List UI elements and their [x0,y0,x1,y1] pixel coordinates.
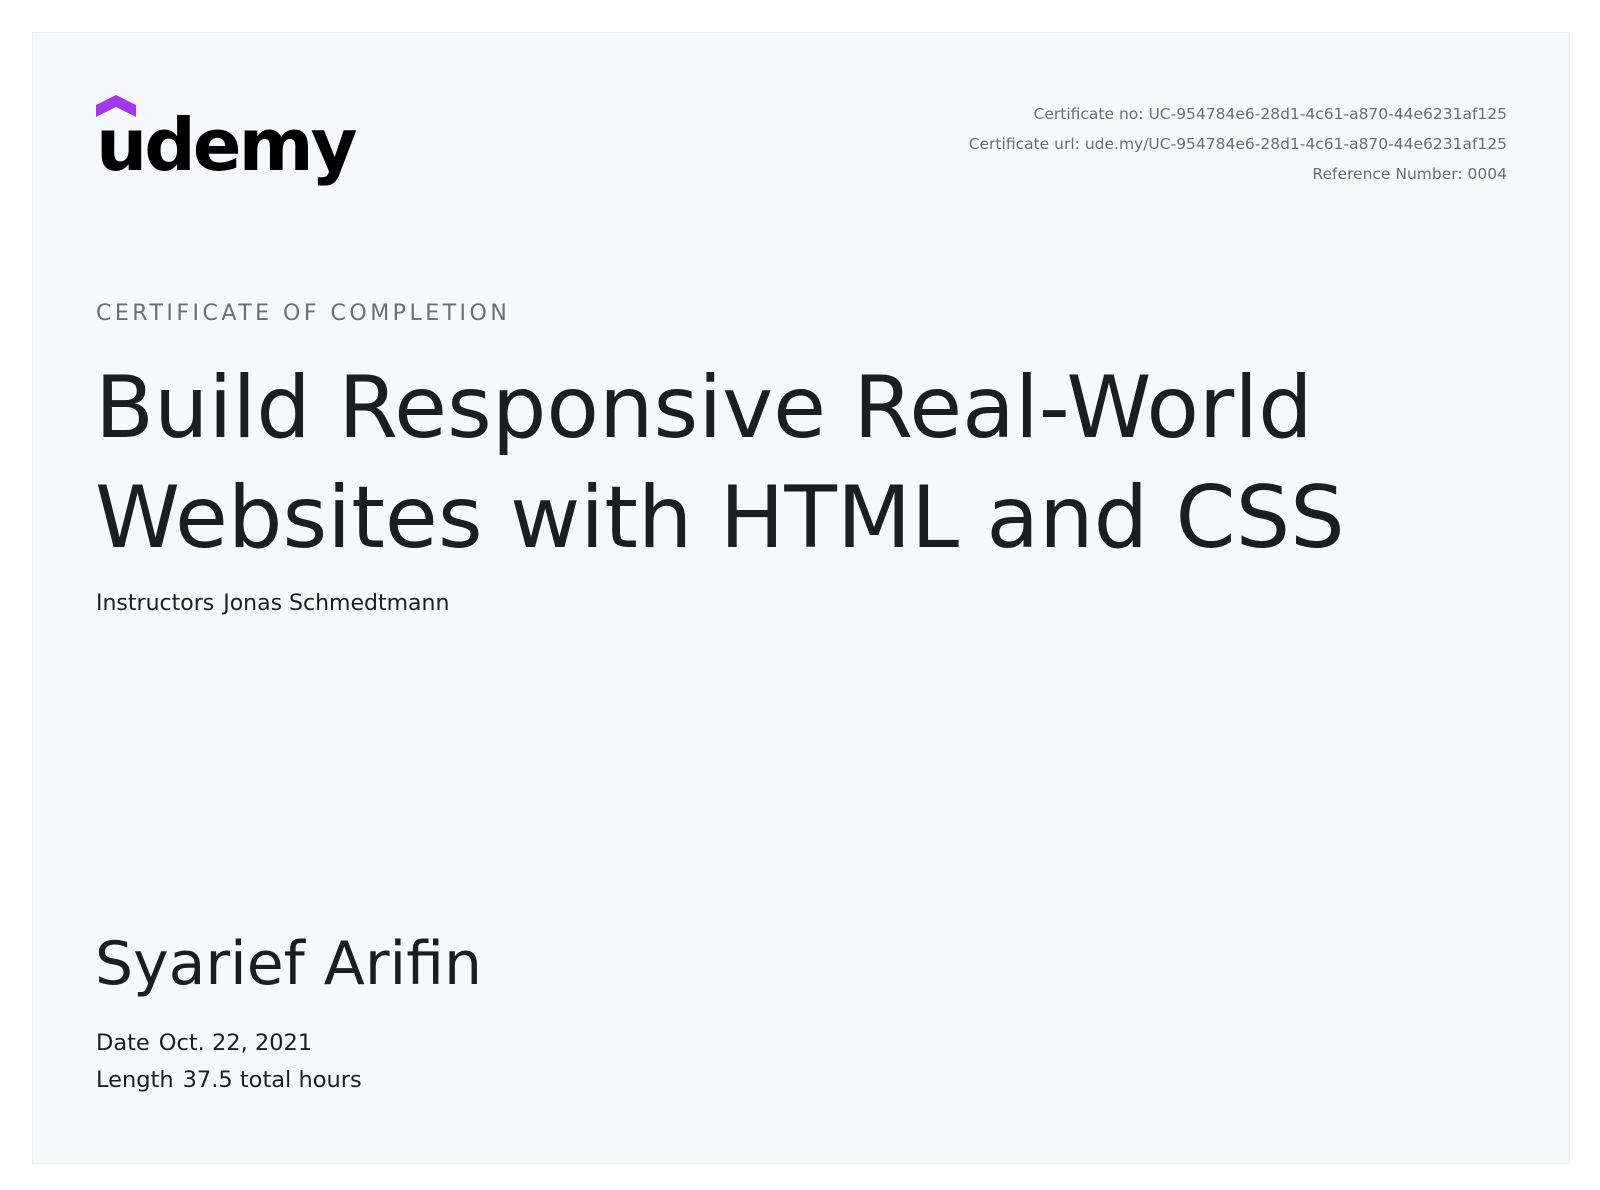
certificate-number-row: Certificate no: UC-954784e6-28d1-4c61-a8… [969,99,1507,129]
course-title: Build Responsive Real-World Websites wit… [95,353,1475,573]
length-row: Length 37.5 total hours [96,1062,362,1099]
certificate-url: ude.my/UC-954784e6-28d1-4c61-a870-44e623… [1084,135,1507,153]
length-value: 37.5 total hours [182,1067,362,1093]
certificate-url-label: Certificate url: [968,135,1080,153]
instructor-name: Jonas Schmedtmann [223,591,450,616]
certificate-meta: Certificate no: UC-954784e6-28d1-4c61-a8… [969,99,1507,189]
reference-number-label: Reference Number: [1312,165,1463,183]
reference-number-row: Reference Number: 0004 [969,159,1507,189]
reference-number: 0004 [1467,165,1507,183]
date-value: Oct. 22, 2021 [158,1030,313,1056]
date-row: Date Oct. 22, 2021 [96,1025,362,1062]
certificate-url-row: Certificate url: ude.my/UC-954784e6-28d1… [969,129,1507,159]
logo-wordmark: udemy [96,103,358,187]
date-label: Date [96,1030,150,1056]
instructors: Instructors Jonas Schmedtmann [96,591,449,616]
udemy-logo: udemy [96,95,358,195]
certificate: udemy Certificate no: UC-954784e6-28d1-4… [32,32,1570,1164]
length-label: Length [96,1067,174,1093]
certificate-number-label: Certificate no: [1033,105,1144,123]
certificate-eyebrow: CERTIFICATE OF COMPLETION [96,301,511,326]
completion-details: Date Oct. 22, 2021 Length 37.5 total hours [96,1025,362,1099]
course-title-line-1: Build Responsive Real-World [95,358,1313,458]
course-title-line-2: Websites with HTML and CSS [95,468,1345,568]
recipient-name: Syarief Arifin [95,929,483,999]
certificate-number: UC-954784e6-28d1-4c61-a870-44e6231af125 [1148,105,1507,123]
instructors-label: Instructors [96,591,215,616]
